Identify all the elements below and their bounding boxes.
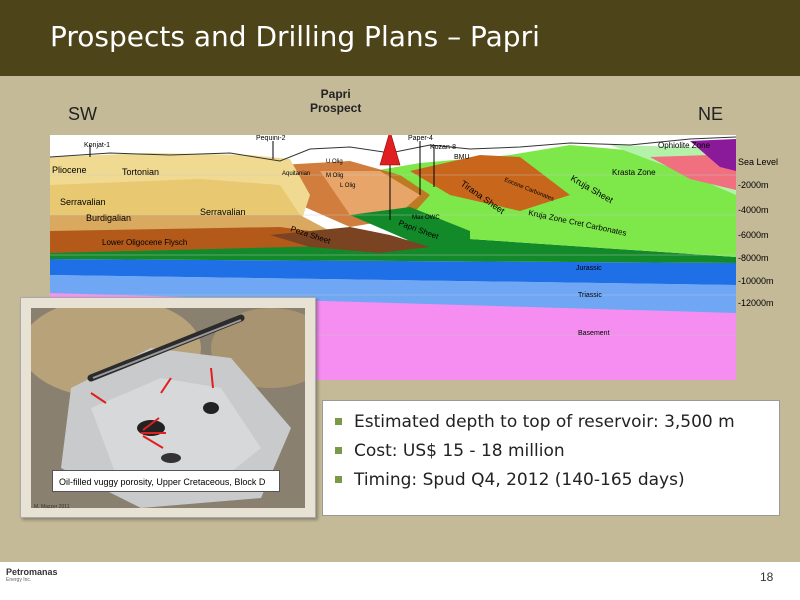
bullet-box: Estimated depth to top of reservoir: 3,5…	[322, 400, 780, 516]
label-krasta-zone: Krasta Zone	[612, 168, 656, 177]
depth-12000: -12000m	[738, 298, 774, 308]
company-sub: Energy Inc.	[6, 577, 32, 583]
label-serravalian-2: Serravalian	[200, 207, 246, 217]
label-max-owc: Max OWC	[412, 215, 440, 221]
well-konjat-1: Konjat-1	[84, 142, 110, 149]
bullet-square-icon	[335, 418, 342, 425]
label-triassic: Triassic	[578, 292, 602, 299]
bullet-text: Estimated depth to top of reservoir: 3,5…	[354, 411, 735, 432]
prospect-label-line1: Papri	[320, 87, 351, 101]
label-jurassic: Jurassic	[576, 265, 602, 272]
bullet-text: Cost: US$ 15 - 18 million	[354, 440, 565, 461]
label-aquitanian: Aquitanian	[282, 171, 310, 177]
photo-caption: Oil-filled vuggy porosity, Upper Cretace…	[52, 470, 280, 492]
label-lower-olig-flysch: Lower Oligocene Flysch	[102, 238, 187, 247]
title-bar: Prospects and Drilling Plans – Papri	[0, 0, 800, 76]
label-tortonian: Tortonian	[122, 167, 159, 177]
label-serravalian: Serravalian	[60, 197, 106, 207]
company-name: Petromanas	[6, 567, 58, 577]
label-ophiolite-zone: Ophiolite Zone	[658, 141, 711, 150]
bullet-square-icon	[335, 476, 342, 483]
bullet-square-icon	[335, 447, 342, 454]
depth-8000: -8000m	[738, 253, 769, 263]
direction-sw: SW	[68, 104, 97, 124]
well-pequini-2: Pequini-2	[256, 135, 286, 142]
depth-2000: -2000m	[738, 180, 769, 190]
bullet-timing: Timing: Spud Q4, 2012 (140-165 days)	[335, 465, 779, 494]
prospect-label-line2: Prospect	[310, 101, 362, 115]
depth-4000: -4000m	[738, 205, 769, 215]
label-m-olig: M Olig	[326, 173, 343, 179]
footer	[0, 562, 800, 600]
well-paper-4: Paper-4	[408, 135, 433, 142]
company-logo: Petromanas Energy Inc.	[6, 567, 66, 595]
page-number: 18	[760, 570, 774, 584]
papri-prospect-label: Papri Prospect	[310, 87, 361, 115]
label-u-olig: U Olig	[326, 159, 343, 165]
depth-sea-level: Sea Level	[738, 157, 779, 167]
direction-ne: NE	[698, 104, 724, 124]
depth-6000: -6000m	[738, 230, 769, 240]
bullet-text: Timing: Spud Q4, 2012 (140-165 days)	[354, 469, 685, 490]
slide-title: Prospects and Drilling Plans – Papri	[50, 20, 540, 53]
label-burdigalian: Burdigalian	[86, 213, 131, 223]
label-l-olig: L Olig	[340, 183, 355, 189]
label-basement: Basement	[578, 330, 610, 337]
depth-10000: -10000m	[738, 276, 774, 286]
label-bmu: BMU	[454, 154, 470, 161]
bullet-depth: Estimated depth to top of reservoir: 3,5…	[335, 407, 779, 436]
depth-scale: Sea Level -2000m -4000m -6000m -8000m -1…	[736, 150, 796, 320]
label-pliocene: Pliocene	[52, 165, 87, 175]
well-kozan-8: Kozan-8	[430, 144, 456, 151]
photo-credit: M. Mazzer 2011	[34, 504, 70, 510]
bullet-cost: Cost: US$ 15 - 18 million	[335, 436, 779, 465]
